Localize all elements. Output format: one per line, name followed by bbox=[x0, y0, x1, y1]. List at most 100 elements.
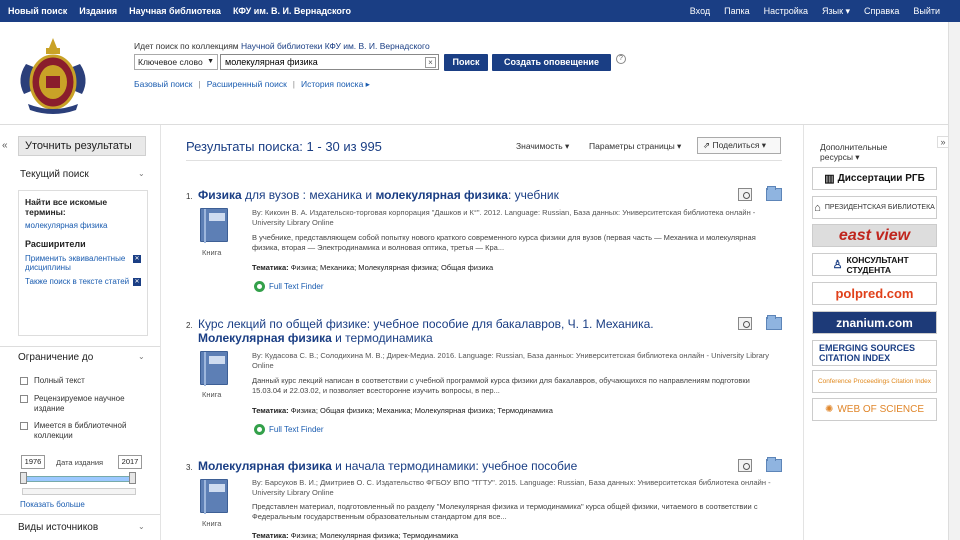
search-scope-link[interactable]: Научной библиотеки КФУ им. В. И. Вернадс… bbox=[241, 41, 430, 51]
nav-help[interactable]: Справка bbox=[864, 6, 899, 17]
resource-esci[interactable]: EMERGING SOURCES CITATION INDEX bbox=[812, 340, 937, 366]
date-to-input[interactable]: 2017 bbox=[118, 455, 142, 469]
search-term-link[interactable]: молекулярная физика bbox=[25, 221, 141, 230]
result-item: 1. Физика для вузов : механика и молекул… bbox=[186, 186, 786, 298]
result-number: 1. bbox=[186, 192, 193, 201]
limit-to-title: Ограничение до bbox=[18, 352, 94, 363]
nav-folder[interactable]: Папка bbox=[724, 6, 750, 17]
remove-icon[interactable]: ✕ bbox=[133, 278, 141, 286]
result-abstract: Представлен материал, подготовленный по … bbox=[252, 502, 758, 521]
result-metadata: By: Кикоин В. А. Издательско-торговая ко… bbox=[252, 208, 756, 227]
publication-date-label: Дата издания bbox=[56, 458, 104, 467]
share-button[interactable]: ⇗ Поделиться ▾ bbox=[697, 137, 781, 154]
book-icon[interactable] bbox=[200, 351, 228, 386]
resource-znanium[interactable]: znanium.com bbox=[812, 311, 937, 334]
advanced-search-link[interactable]: Расширенный поиск bbox=[207, 79, 287, 90]
current-search-title: Текущий поиск bbox=[20, 169, 89, 180]
globe-icon: ✺ bbox=[824, 404, 834, 415]
horizontal-scrollbar[interactable] bbox=[22, 488, 136, 495]
chevron-down-icon[interactable]: ⌄ bbox=[138, 522, 145, 531]
expander-equivalent-subjects: Применить эквивалентные дисциплины ✕ bbox=[25, 254, 141, 272]
slider-handle-end[interactable] bbox=[129, 472, 136, 484]
nav-publications[interactable]: Издания bbox=[79, 6, 117, 16]
search-button[interactable]: Поиск bbox=[444, 54, 488, 71]
format-label: Книга bbox=[202, 519, 222, 528]
resource-presidential-library[interactable]: ⌂ ПРЕЗИДЕНТСКАЯ БИБЛИОТЕКА bbox=[812, 196, 937, 219]
full-text-finder-link[interactable]: Full Text Finder bbox=[254, 281, 324, 292]
result-number: 2. bbox=[186, 321, 193, 330]
nav-exit[interactable]: Выйти bbox=[913, 6, 940, 17]
collapse-left-icon[interactable]: « bbox=[2, 140, 8, 151]
full-text-finder-link[interactable]: Full Text Finder bbox=[254, 424, 324, 435]
date-from-input[interactable]: 1976 bbox=[21, 455, 45, 469]
checkbox[interactable] bbox=[20, 377, 28, 385]
search-field-select[interactable]: Ключевое слово ▼ bbox=[134, 54, 218, 70]
nav-university[interactable]: КФУ им. В. И. Вернадского bbox=[233, 6, 351, 16]
search-input[interactable] bbox=[220, 54, 439, 70]
limit-library-collection[interactable]: Имеется в библиотечной коллекции bbox=[20, 421, 138, 441]
create-alert-button[interactable]: Создать оповещение bbox=[492, 54, 611, 71]
search-history-link[interactable]: История поиска ▸ bbox=[301, 79, 370, 90]
result-subjects: Тематика: Физика; Молекулярная физика; Т… bbox=[252, 531, 459, 540]
checkbox[interactable] bbox=[20, 422, 28, 430]
chevron-down-icon[interactable]: ⌄ bbox=[138, 352, 145, 361]
format-label: Книга bbox=[202, 248, 222, 257]
chevron-down-icon[interactable]: ⌄ bbox=[138, 169, 145, 178]
result-actions bbox=[738, 186, 782, 201]
preview-icon[interactable] bbox=[738, 317, 752, 330]
limit-peer-reviewed[interactable]: Рецензируемое научное издание bbox=[20, 394, 138, 414]
result-title-link[interactable]: Курс лекций по общей физике: учебное пос… bbox=[198, 317, 728, 345]
book-icon[interactable] bbox=[200, 479, 228, 514]
page-options-dropdown[interactable]: Параметры страницы ▾ bbox=[589, 141, 681, 152]
remove-icon[interactable]: ✕ bbox=[133, 255, 141, 263]
result-metadata: By: Кудасова С. В.; Солодихина М. В.; Ди… bbox=[252, 351, 770, 370]
resource-polpred[interactable]: polpred.com bbox=[812, 282, 937, 305]
university-logo bbox=[20, 38, 86, 114]
search-sublinks: Базовый поиск | Расширенный поиск | Истори… bbox=[134, 79, 370, 90]
show-more-link[interactable]: Показать больше bbox=[20, 500, 85, 509]
checkbox[interactable] bbox=[20, 395, 28, 403]
nav-new-search[interactable]: Новый поиск bbox=[8, 6, 67, 16]
result-item: 2. Курс лекций по общей физике: учебное … bbox=[186, 315, 786, 442]
search-scope-label: Идет поиск по коллекциям Научной библиот… bbox=[134, 41, 430, 51]
header-divider bbox=[0, 124, 948, 125]
add-to-folder-icon[interactable] bbox=[766, 457, 782, 472]
result-metadata: By: Барсуков В. И.; Дмитриев О. С. Издат… bbox=[252, 478, 771, 497]
full-text-icon bbox=[254, 281, 265, 292]
limit-fulltext[interactable]: Полный текст bbox=[20, 376, 85, 386]
nav-preferences[interactable]: Настройка bbox=[764, 6, 808, 17]
add-to-folder-icon[interactable] bbox=[766, 315, 782, 330]
page-scrollbar[interactable] bbox=[948, 22, 960, 540]
result-actions bbox=[738, 457, 782, 472]
format-label: Книга bbox=[202, 390, 222, 399]
nav-library[interactable]: Научная библиотека bbox=[129, 6, 221, 16]
add-to-folder-icon[interactable] bbox=[766, 186, 782, 201]
additional-resources-title[interactable]: Дополнительные ресурсы ▾ bbox=[820, 142, 900, 162]
sidebar-divider bbox=[0, 346, 160, 347]
source-types-title: Виды источников bbox=[18, 522, 99, 533]
building-icon: ▥ bbox=[824, 173, 835, 185]
slider-handle-start[interactable] bbox=[20, 472, 27, 484]
resource-web-of-science[interactable]: ✺ WEB OF SCIENCE bbox=[812, 398, 937, 421]
help-icon[interactable]: ? bbox=[616, 54, 626, 64]
clear-icon[interactable]: × bbox=[425, 57, 436, 68]
book-icon[interactable] bbox=[200, 208, 228, 243]
library-icon: ⌂ bbox=[814, 201, 821, 214]
preview-icon[interactable] bbox=[738, 459, 752, 472]
resource-cpci[interactable]: Conference Proceedings Citation Index bbox=[812, 370, 937, 393]
resource-rgb-dissertations[interactable]: ▥ Диссертации РГБ bbox=[812, 167, 937, 190]
preview-icon[interactable] bbox=[738, 188, 752, 201]
resource-east-view[interactable]: east view bbox=[812, 224, 937, 247]
nav-language[interactable]: Язык ▾ bbox=[822, 6, 850, 17]
date-range-slider[interactable] bbox=[22, 476, 134, 482]
expanders-label: Расширители bbox=[25, 239, 86, 249]
nav-signin[interactable]: Вход bbox=[690, 6, 710, 17]
result-title-link[interactable]: Физика для вузов : механика и молекулярн… bbox=[198, 188, 728, 202]
result-abstract: В учебнике, представляющем собой попытку… bbox=[252, 233, 756, 252]
result-title-link[interactable]: Молекулярная физика и начала термодинами… bbox=[198, 459, 728, 473]
sort-relevance-dropdown[interactable]: Значимость ▾ bbox=[516, 141, 569, 152]
basic-search-link[interactable]: Базовый поиск bbox=[134, 79, 193, 90]
person-icon: ♙ bbox=[832, 259, 843, 271]
resource-student-consultant[interactable]: ♙ КОНСУЛЬТАНТ СТУДЕНТА bbox=[812, 253, 937, 276]
refine-results-header[interactable]: Уточнить результаты bbox=[18, 136, 146, 156]
